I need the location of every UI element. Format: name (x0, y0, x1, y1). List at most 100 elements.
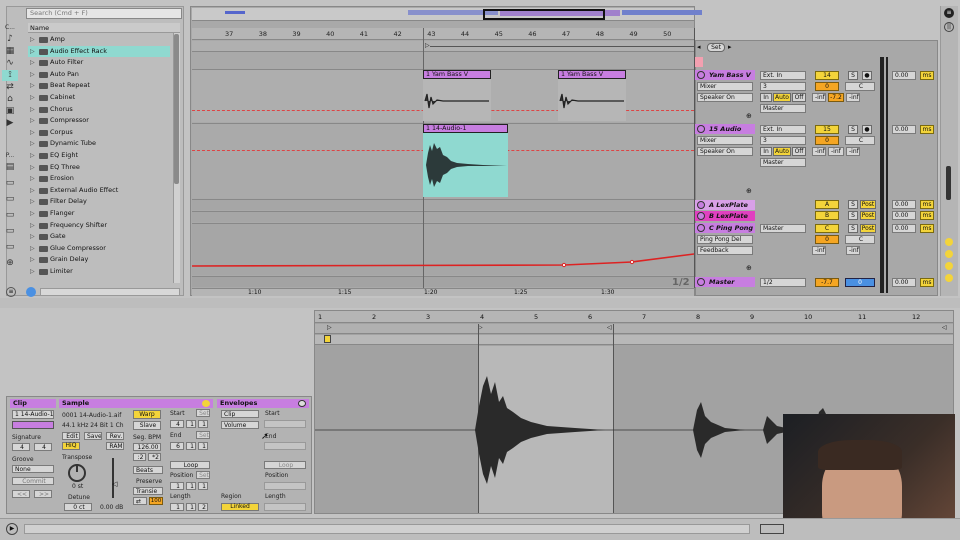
overview-viewport[interactable] (483, 9, 605, 20)
browser-item[interactable]: ▷ Frequency Shifter (28, 220, 170, 232)
category-label-c[interactable]: C... (2, 22, 18, 33)
clip-name-field[interactable]: 1 14-Audio-1 (12, 410, 54, 419)
hiq-button[interactable]: HiQ (62, 442, 80, 450)
packs-icon[interactable]: ▤ (2, 162, 18, 173)
env-start-fields[interactable] (264, 420, 306, 428)
browser-item[interactable]: ▷ Auto Pan (28, 69, 170, 81)
loop-button[interactable]: Loop (170, 461, 210, 469)
browser-item[interactable]: ▷ Compressor (28, 115, 170, 127)
browser-item[interactable]: ▷ Amp (28, 34, 170, 46)
delay-unit[interactable]: ms (920, 278, 934, 287)
browser-item[interactable]: ▷ Audio Effect Rack (28, 45, 170, 58)
io-toggle-icon[interactable] (945, 238, 953, 246)
nudge-forward-button[interactable]: >> (34, 490, 52, 498)
browser-item[interactable]: ▷ Chorus (28, 104, 170, 116)
browser-item[interactable]: ▷ Gate (28, 231, 170, 243)
time-ruler[interactable] (192, 288, 694, 296)
expand-icon[interactable]: ▷ (30, 185, 35, 197)
post-button[interactable]: Post (860, 200, 876, 209)
input-sub-select[interactable]: 3 (760, 136, 806, 145)
folder-icon[interactable]: ▭ (2, 194, 18, 205)
info-toggle-icon[interactable] (26, 287, 36, 297)
master-header[interactable]: Master (695, 277, 755, 287)
parameter-select[interactable]: Feedback (697, 246, 753, 255)
length-bar[interactable]: 1 (170, 503, 184, 511)
envelope-control-select[interactable]: Volume (221, 421, 259, 429)
play-icon[interactable]: ▶ (6, 523, 18, 535)
sample-loop-brace[interactable] (315, 324, 953, 334)
set-start-button[interactable]: Set (196, 409, 210, 417)
clip-color-swatch[interactable] (12, 421, 54, 429)
expand-icon[interactable]: ▷ (30, 138, 35, 150)
nudge-back-button[interactable]: << (12, 490, 30, 498)
length-sixteenth[interactable]: 2 (198, 503, 208, 511)
browser-item[interactable]: ▷ Limiter (28, 266, 170, 278)
folder-icon[interactable]: ▭ (2, 242, 18, 253)
solo-button[interactable]: S (848, 200, 858, 209)
sends-toggle-icon[interactable] (945, 250, 953, 258)
position-sixteenth[interactable]: 1 (198, 482, 208, 490)
reverse-button[interactable]: Rev. (106, 432, 124, 440)
browser-toggle-icon[interactable]: ≡ (6, 287, 16, 297)
env-end-fields[interactable] (264, 442, 306, 450)
plugin-icon[interactable]: ⌂ (2, 94, 18, 105)
clip-icon[interactable]: ▣ (2, 106, 18, 117)
gain-slider[interactable] (112, 458, 114, 498)
half-tempo-button[interactable]: :2 (133, 453, 146, 461)
expand-icon[interactable]: ▷ (30, 208, 35, 220)
commit-button[interactable]: Commit (12, 477, 54, 485)
solo-button[interactable]: S (848, 71, 858, 80)
fold-icon[interactable] (697, 125, 705, 133)
pause-icon[interactable]: || (944, 22, 954, 32)
input-sub-select[interactable]: 3 (760, 82, 806, 91)
browser-item[interactable]: ▷ EQ Three (28, 162, 170, 174)
arm-button[interactable]: ● (862, 125, 872, 134)
waveform-icon[interactable]: ∿ (2, 58, 18, 69)
expand-icon[interactable]: ▷ (30, 127, 35, 139)
input-channel-select[interactable]: Mixer (697, 82, 753, 91)
delay-value[interactable]: 0.00 (892, 200, 916, 209)
beat-ruler[interactable] (192, 28, 694, 40)
preserve-select[interactable]: Transie (133, 487, 163, 495)
browser-item[interactable]: ▷ Glue Compressor (28, 243, 170, 255)
clip-audio-1[interactable]: 1 14-Audio-1 (423, 124, 508, 133)
expand-icon[interactable]: ▷ (30, 231, 35, 243)
expand-icon[interactable]: ▷ (30, 196, 35, 208)
start-beat[interactable]: 1 (186, 420, 196, 428)
automation-envelope[interactable] (192, 240, 694, 280)
signature-denominator[interactable]: 4 (34, 443, 52, 451)
delay-value[interactable]: 0.00 (892, 125, 916, 134)
slave-button[interactable]: Slave (133, 421, 161, 430)
monitor-auto-button[interactable]: Auto (773, 147, 791, 156)
delay-unit[interactable]: ms (920, 125, 934, 134)
input-type-select[interactable]: Ext. In (760, 71, 806, 80)
arm-button[interactable]: ● (862, 71, 872, 80)
monitor-off-button[interactable]: Off (792, 93, 806, 102)
expand-icon[interactable]: ▷ (30, 254, 35, 266)
delay-value[interactable]: 0.00 (892, 211, 916, 220)
expand-icon[interactable]: ▷ (30, 220, 35, 232)
expand-icon[interactable]: ▷ (30, 173, 35, 185)
expand-icon[interactable]: ▷ (30, 34, 35, 46)
track-number[interactable]: 14 (815, 71, 839, 80)
expand-icon[interactable]: ▷ (30, 92, 35, 104)
end-marker-icon[interactable]: ◁ (942, 324, 947, 331)
grain-value[interactable]: 100 (149, 497, 163, 505)
category-label-p[interactable]: P... (2, 150, 18, 161)
expand-icon[interactable]: ▷ (30, 266, 35, 278)
return-header-c[interactable]: C Ping Pong (695, 223, 755, 233)
post-button[interactable]: Post (860, 211, 876, 220)
delay-value[interactable]: 0.00 (892, 278, 916, 287)
loop-end-icon[interactable]: ◁ (607, 324, 612, 331)
env-length-fields[interactable] (264, 503, 306, 511)
volume-value[interactable]: 0 (815, 136, 839, 145)
monitor-auto-button[interactable]: Auto (773, 93, 791, 102)
groove-select[interactable]: None (12, 465, 54, 473)
expand-icon[interactable]: ▷ (30, 69, 35, 81)
solo-button[interactable]: S (848, 224, 858, 233)
expand-icon[interactable]: ▷ (30, 104, 35, 116)
end-sixteenth[interactable]: 1 (198, 442, 208, 450)
solo-button[interactable]: S (848, 211, 858, 220)
monitor-output-select[interactable]: Speaker On (697, 93, 753, 102)
track-header-yam-bass[interactable]: Yam Bass V (695, 70, 755, 80)
